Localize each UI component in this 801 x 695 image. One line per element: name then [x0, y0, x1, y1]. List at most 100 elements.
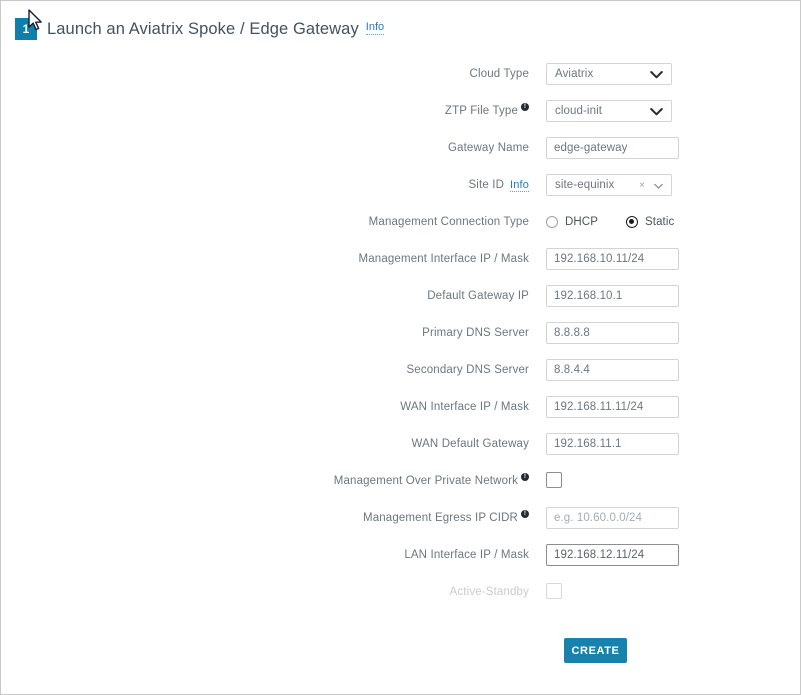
label-management-over-private-network: Management Over Private Network!: [1, 470, 546, 492]
field-management-interface-ip-mask: [546, 248, 801, 270]
site-id-value: site-equinix: [547, 179, 614, 191]
gateway-form: Cloud Type Aviatrix ZTP File Type! cloud…: [1, 63, 801, 663]
label-ztp-file-type: ZTP File Type!: [1, 100, 546, 122]
label-lan-interface-ip-mask-text: LAN Interface IP / Mask: [404, 549, 529, 561]
info-tooltip-icon[interactable]: !: [521, 103, 529, 111]
management-interface-ip-mask-input[interactable]: [546, 248, 679, 270]
field-wan-default-gateway: [546, 433, 801, 455]
field-ztp-file-type: cloud-init: [546, 100, 801, 122]
cloud-type-value: Aviatrix: [547, 68, 593, 80]
wan-default-gateway-input[interactable]: [546, 433, 679, 455]
label-wan-default-gateway: WAN Default Gateway: [1, 433, 546, 455]
active-standby-checkbox: [546, 583, 562, 599]
label-wan-default-gateway-text: WAN Default Gateway: [412, 438, 529, 450]
label-management-over-private-network-text: Management Over Private Network: [334, 475, 518, 487]
info-tooltip-icon[interactable]: !: [521, 473, 529, 481]
row-management-interface-ip-mask: Management Interface IP / Mask: [1, 248, 801, 285]
label-management-interface-ip-mask: Management Interface IP / Mask: [1, 248, 546, 270]
clear-icon[interactable]: ×: [639, 178, 645, 194]
row-management-connection-type: Management Connection Type DHCP Static: [1, 211, 801, 248]
field-wan-interface-ip-mask: [546, 396, 801, 418]
management-egress-ip-cidr-input[interactable]: [546, 507, 679, 529]
ztp-file-type-value: cloud-init: [547, 105, 602, 117]
site-id-select[interactable]: site-equinix ×: [546, 174, 672, 196]
wan-interface-ip-mask-input[interactable]: [546, 396, 679, 418]
label-management-interface-ip-mask-text: Management Interface IP / Mask: [359, 253, 529, 265]
default-gateway-ip-input[interactable]: [546, 285, 679, 307]
label-primary-dns-server: Primary DNS Server: [1, 322, 546, 344]
primary-dns-server-input[interactable]: [546, 322, 679, 344]
lan-interface-ip-mask-input[interactable]: [546, 544, 679, 566]
page-root: 1 Launch an Aviatrix Spoke / Edge Gatewa…: [0, 0, 801, 695]
field-cloud-type: Aviatrix: [546, 63, 801, 85]
row-active-standby: Active-Standby: [1, 581, 801, 618]
row-secondary-dns-server: Secondary DNS Server: [1, 359, 801, 396]
radio-static-label: Static: [645, 216, 674, 228]
row-management-egress-ip-cidr: Management Egress IP CIDR!: [1, 507, 801, 544]
row-wan-interface-ip-mask: WAN Interface IP / Mask: [1, 396, 801, 433]
field-management-connection-type: DHCP Static: [546, 211, 801, 233]
radio-dhcp-icon: [546, 216, 558, 228]
row-primary-dns-server: Primary DNS Server: [1, 322, 801, 359]
page-title: Launch an Aviatrix Spoke / Edge Gateway: [47, 20, 359, 39]
ztp-file-type-select[interactable]: cloud-init: [546, 100, 672, 122]
site-id-info-link[interactable]: Info: [510, 179, 529, 192]
management-connection-type-radio-group: DHCP Static: [546, 211, 801, 233]
label-site-id-text: Site ID: [468, 179, 504, 191]
label-active-standby-text: Active-Standby: [450, 586, 529, 598]
label-cloud-type: Cloud Type: [1, 63, 546, 85]
field-lan-interface-ip-mask: [546, 544, 801, 566]
caret-down-icon: [654, 183, 663, 190]
secondary-dns-server-input[interactable]: [546, 359, 679, 381]
label-cloud-type-text: Cloud Type: [470, 68, 529, 80]
header-info-link[interactable]: Info: [366, 21, 384, 35]
form-actions: CREATE: [1, 638, 801, 663]
label-management-connection-type-text: Management Connection Type: [369, 216, 529, 228]
radio-option-static[interactable]: Static: [626, 216, 674, 228]
label-lan-interface-ip-mask: LAN Interface IP / Mask: [1, 544, 546, 566]
page-header: 1 Launch an Aviatrix Spoke / Edge Gatewa…: [15, 17, 384, 41]
row-cloud-type: Cloud Type Aviatrix: [1, 63, 801, 100]
cloud-type-select[interactable]: Aviatrix: [546, 63, 672, 85]
field-primary-dns-server: [546, 322, 801, 344]
actions-spacer: [1, 638, 564, 663]
label-default-gateway-ip-text: Default Gateway IP: [427, 290, 529, 302]
chevron-down-icon: [650, 70, 663, 80]
row-management-over-private-network: Management Over Private Network!: [1, 470, 801, 507]
label-site-id: Site ID Info: [1, 174, 546, 196]
radio-option-dhcp[interactable]: DHCP: [546, 216, 598, 228]
label-secondary-dns-server: Secondary DNS Server: [1, 359, 546, 381]
field-site-id: site-equinix ×: [546, 174, 801, 196]
label-management-egress-ip-cidr: Management Egress IP CIDR!: [1, 507, 546, 529]
label-gateway-name-text: Gateway Name: [448, 142, 529, 154]
row-default-gateway-ip: Default Gateway IP: [1, 285, 801, 322]
field-management-over-private-network: [546, 470, 801, 488]
row-site-id: Site ID Info site-equinix ×: [1, 174, 801, 211]
chevron-down-icon: [650, 107, 663, 117]
step-number-badge: 1: [15, 18, 37, 40]
row-wan-default-gateway: WAN Default Gateway: [1, 433, 801, 470]
management-over-private-network-checkbox[interactable]: [546, 472, 562, 488]
label-ztp-file-type-text: ZTP File Type: [445, 105, 518, 117]
label-gateway-name: Gateway Name: [1, 137, 546, 159]
radio-dhcp-label: DHCP: [565, 216, 598, 228]
row-ztp-file-type: ZTP File Type! cloud-init: [1, 100, 801, 137]
label-management-egress-ip-cidr-text: Management Egress IP CIDR: [363, 512, 518, 524]
field-management-egress-ip-cidr: [546, 507, 801, 529]
label-primary-dns-server-text: Primary DNS Server: [422, 327, 529, 339]
row-gateway-name: Gateway Name: [1, 137, 801, 174]
radio-static-icon: [626, 216, 638, 228]
info-tooltip-icon[interactable]: !: [521, 510, 529, 518]
label-secondary-dns-server-text: Secondary DNS Server: [406, 364, 529, 376]
label-active-standby: Active-Standby: [1, 581, 546, 603]
row-lan-interface-ip-mask: LAN Interface IP / Mask: [1, 544, 801, 581]
gateway-name-input[interactable]: [546, 137, 679, 159]
label-default-gateway-ip: Default Gateway IP: [1, 285, 546, 307]
label-management-connection-type: Management Connection Type: [1, 211, 546, 233]
field-secondary-dns-server: [546, 359, 801, 381]
create-button[interactable]: CREATE: [564, 638, 627, 663]
field-default-gateway-ip: [546, 285, 801, 307]
field-active-standby: [546, 581, 801, 599]
label-wan-interface-ip-mask: WAN Interface IP / Mask: [1, 396, 546, 418]
field-gateway-name: [546, 137, 801, 159]
